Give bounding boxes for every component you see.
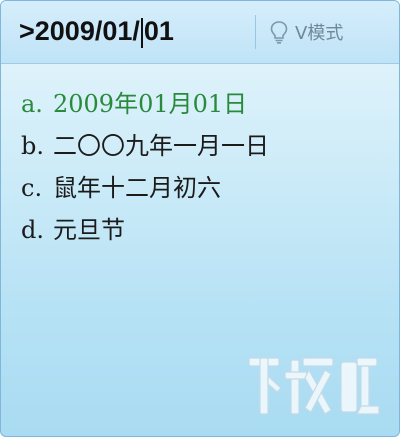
lightbulb-icon — [269, 20, 289, 44]
v-mode-label: V模式 — [295, 23, 344, 44]
candidate-d[interactable]: d. 元旦节 — [21, 209, 381, 251]
text-caret — [140, 17, 143, 48]
candidate-key: a. — [21, 90, 43, 118]
candidate-key: b. — [21, 132, 44, 160]
composition-input[interactable]: >2009/01/01 — [19, 7, 174, 55]
candidate-text: 鼠年十二月初六 — [53, 174, 221, 202]
v-mode-button[interactable]: V模式 — [269, 15, 343, 49]
candidate-a[interactable]: a. 2009年01月01日 — [21, 83, 381, 125]
composition-bar: >2009/01/01 V模式 — [1, 1, 399, 64]
candidate-key: d. — [21, 216, 44, 244]
toolbar-divider — [255, 15, 256, 49]
candidate-text: 元旦节 — [53, 216, 125, 244]
candidate-text: 二〇〇九年一月一日 — [53, 132, 269, 160]
candidate-b[interactable]: b. 二〇〇九年一月一日 — [21, 125, 381, 167]
watermark-logo — [247, 350, 381, 422]
candidate-text: 2009年01月01日 — [53, 90, 248, 118]
composition-text-after-caret: 01 — [143, 16, 174, 46]
candidate-list: a. 2009年01月01日 b. 二〇〇九年一月一日 c. 鼠年十二月初六 d… — [21, 83, 381, 251]
ime-candidate-window: >2009/01/01 V模式 a. 2009年01月01日 b. 二〇〇九年一… — [0, 0, 400, 437]
composition-text-before-caret: >2009/01/ — [19, 16, 140, 46]
candidate-c[interactable]: c. 鼠年十二月初六 — [21, 167, 381, 209]
candidate-key: c. — [21, 174, 43, 202]
